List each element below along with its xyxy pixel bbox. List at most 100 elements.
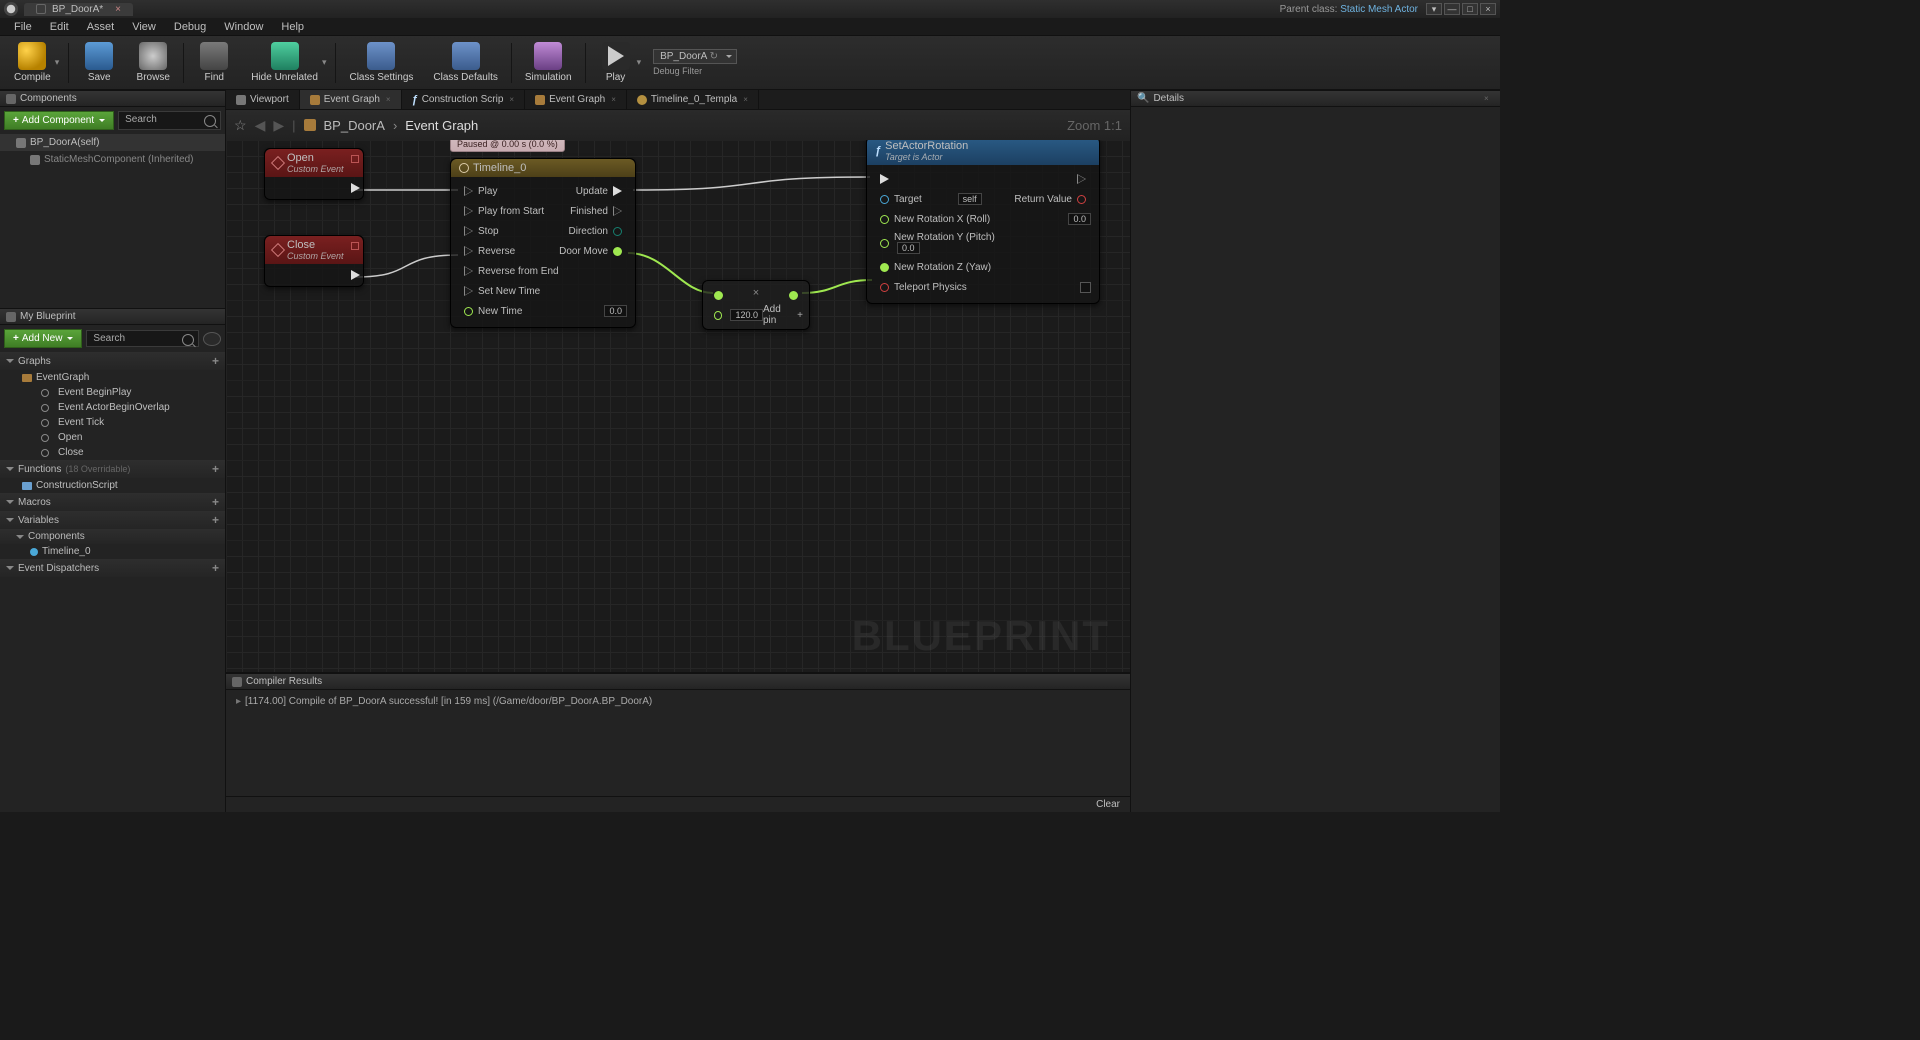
item-event-open[interactable]: Open	[0, 430, 225, 445]
exec-in-pin[interactable]	[464, 186, 473, 196]
exec-in-pin[interactable]	[464, 266, 473, 276]
object-in-pin[interactable]	[880, 195, 889, 204]
item-event-overlap[interactable]: Event ActorBeginOverlap	[0, 400, 225, 415]
float-out-pin[interactable]	[789, 291, 798, 300]
hide-unrelated-button[interactable]: Hide Unrelated	[241, 37, 328, 89]
menu-view[interactable]: View	[124, 19, 164, 35]
item-event-close[interactable]: Close	[0, 445, 225, 460]
exec-out-pin[interactable]	[613, 186, 622, 196]
graph-canvas[interactable]: OpenCustom Event CloseCustom Event Timel…	[226, 140, 1130, 672]
exec-in-pin[interactable]	[464, 226, 473, 236]
details-panel-header[interactable]: 🔍Details×	[1131, 90, 1500, 107]
hide-dropdown[interactable]: ▾	[322, 57, 333, 68]
menu-window[interactable]: Window	[216, 19, 271, 35]
clear-button[interactable]: Clear	[1096, 799, 1120, 810]
add-graph-icon[interactable]: +	[212, 354, 219, 368]
item-event-tick[interactable]: Event Tick	[0, 415, 225, 430]
close-icon[interactable]: ×	[611, 95, 616, 104]
item-timeline-var[interactable]: Timeline_0	[0, 544, 225, 559]
parent-class-link[interactable]: Static Mesh Actor	[1340, 4, 1418, 15]
class-settings-button[interactable]: Class Settings	[339, 37, 423, 89]
add-function-icon[interactable]: +	[212, 462, 219, 476]
cat-graphs[interactable]: Graphs+	[0, 352, 225, 370]
exec-in-pin[interactable]	[464, 206, 473, 216]
nav-forward-icon[interactable]: ▶	[273, 117, 284, 134]
float-in-pin[interactable]	[880, 263, 889, 272]
close-icon[interactable]: ×	[509, 95, 514, 104]
add-variable-icon[interactable]: +	[212, 513, 219, 527]
cat-components[interactable]: Components	[0, 529, 225, 544]
float-in-pin[interactable]	[880, 215, 889, 224]
menu-help[interactable]: Help	[273, 19, 312, 35]
play-dropdown[interactable]: ▾	[637, 57, 648, 68]
add-macro-icon[interactable]: +	[212, 495, 219, 509]
exec-out-pin[interactable]	[351, 270, 360, 280]
favorite-icon[interactable]: ☆	[234, 117, 247, 134]
cat-functions[interactable]: Functions(18 Overridable)+	[0, 460, 225, 478]
node-close-event[interactable]: CloseCustom Event	[264, 235, 364, 287]
breadcrumb-root[interactable]: BP_DoorA	[324, 118, 385, 133]
close-icon[interactable]: ×	[115, 4, 121, 15]
node-open-event[interactable]: OpenCustom Event	[264, 148, 364, 200]
float-out-pin[interactable]	[613, 247, 622, 256]
exec-out-pin[interactable]	[613, 206, 622, 216]
tab-viewport[interactable]: Viewport	[226, 90, 300, 109]
item-construction[interactable]: ConstructionScript	[0, 478, 225, 493]
tab-construction[interactable]: ƒConstruction Scrip×	[402, 90, 526, 109]
close-icon[interactable]: ×	[386, 95, 391, 104]
components-panel-header[interactable]: Components	[0, 90, 225, 107]
save-button[interactable]: Save	[72, 37, 126, 89]
cat-variables[interactable]: Variables+	[0, 511, 225, 529]
maximize-icon[interactable]: □	[1462, 3, 1478, 15]
delegate-pin[interactable]	[351, 155, 359, 163]
tab-event-graph-2[interactable]: Event Graph×	[525, 90, 627, 109]
find-button[interactable]: Find	[187, 37, 241, 89]
float-in-pin[interactable]	[464, 307, 473, 316]
myblueprint-search-input[interactable]: Search	[86, 330, 199, 347]
menu-file[interactable]: File	[6, 19, 40, 35]
compile-dropdown[interactable]: ▾	[55, 57, 66, 68]
compiler-header[interactable]: Compiler Results	[226, 673, 1130, 690]
add-pin-icon[interactable]: +	[797, 310, 803, 321]
float-in-pin[interactable]	[880, 239, 889, 248]
enum-out-pin[interactable]	[613, 227, 622, 236]
cat-macros[interactable]: Macros+	[0, 493, 225, 511]
menu-asset[interactable]: Asset	[79, 19, 123, 35]
teleport-checkbox[interactable]	[1080, 282, 1091, 293]
item-eventgraph[interactable]: EventGraph	[0, 370, 225, 385]
add-new-button[interactable]: Add New	[4, 329, 82, 348]
simulation-button[interactable]: Simulation	[515, 37, 582, 89]
tab-event-graph[interactable]: Event Graph×	[300, 90, 402, 109]
add-dispatcher-icon[interactable]: +	[212, 561, 219, 575]
component-child[interactable]: StaticMeshComponent (Inherited)	[0, 151, 225, 168]
breadcrumb-leaf[interactable]: Event Graph	[405, 118, 478, 133]
item-event-beginplay[interactable]: Event BeginPlay	[0, 385, 225, 400]
float-in-pin[interactable]	[714, 291, 723, 300]
close-icon[interactable]: ×	[1484, 94, 1494, 104]
nav-back-icon[interactable]: ◀	[255, 117, 266, 134]
float-in-pin[interactable]	[714, 311, 722, 320]
minimize-icon[interactable]: —	[1444, 3, 1460, 15]
refresh-icon[interactable]: ↻	[710, 51, 718, 62]
bool-in-pin[interactable]	[880, 283, 889, 292]
down-icon[interactable]: ▾	[1426, 3, 1442, 15]
roty-value[interactable]: 0.0	[897, 242, 920, 254]
view-options-icon[interactable]	[203, 332, 221, 346]
class-defaults-button[interactable]: Class Defaults	[423, 37, 507, 89]
target-value[interactable]: self	[958, 193, 982, 205]
exec-out-pin[interactable]	[351, 183, 360, 193]
cat-dispatchers[interactable]: Event Dispatchers+	[0, 559, 225, 577]
node-setactorrotation[interactable]: ƒSetActorRotationTarget is Actor Targets…	[866, 140, 1100, 304]
exec-in-pin[interactable]	[464, 286, 473, 296]
delegate-pin[interactable]	[351, 242, 359, 250]
browse-button[interactable]: Browse	[126, 37, 180, 89]
compile-button[interactable]: Compile	[4, 37, 61, 89]
newtime-value[interactable]: 0.0	[604, 305, 627, 317]
window-tab[interactable]: BP_DoorA*×	[24, 3, 133, 16]
menu-edit[interactable]: Edit	[42, 19, 77, 35]
bool-out-pin[interactable]	[1077, 195, 1086, 204]
play-button[interactable]: Play	[589, 37, 643, 89]
node-timeline[interactable]: Timeline_0 PlayUpdate Play from StartFin…	[450, 158, 636, 328]
exec-in-pin[interactable]	[464, 246, 473, 256]
multiply-value[interactable]: 120.0	[730, 309, 763, 321]
